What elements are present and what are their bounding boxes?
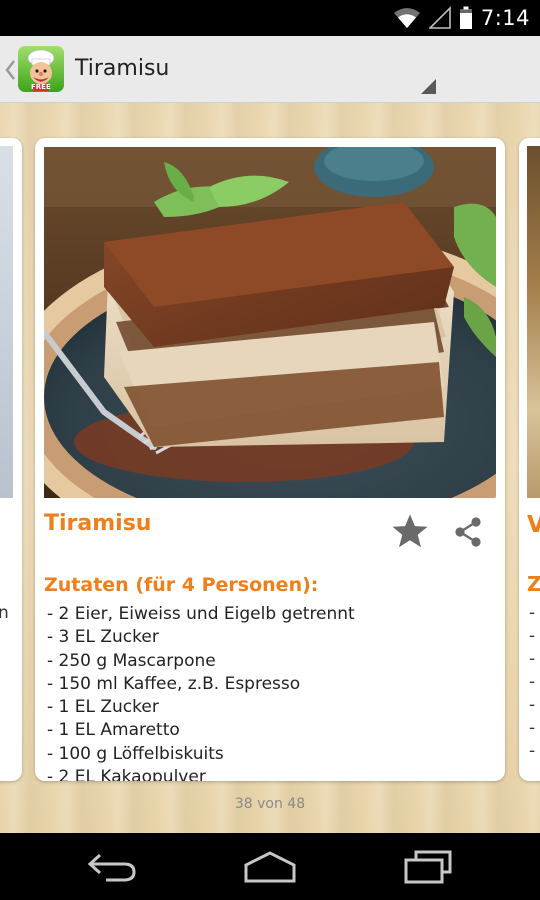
ingredient-item: - 1 EL Amaretto <box>47 720 180 741</box>
page-counter: 38 von 48 <box>234 796 306 812</box>
ingredients-list[interactable]: - 2 Eier, Eiweiss und Eigelb getrennt - … <box>47 603 487 781</box>
next-recipe-dash: - <box>529 718 536 738</box>
next-recipe-dash: - <box>529 695 536 715</box>
overflow-triangle-icon[interactable] <box>421 79 436 94</box>
previous-recipe-text: n <box>0 603 9 623</box>
next-recipe-title: V <box>527 512 540 538</box>
previous-recipe-image <box>0 146 13 498</box>
ingredient-item: - 150 ml Kaffee, z.B. Espresso <box>47 673 301 694</box>
page-title: Tiramisu <box>75 56 170 81</box>
previous-recipe-card[interactable]: n <box>0 138 22 781</box>
action-bar: FREE Tiramisu <box>0 36 540 103</box>
status-icons: 7:14 <box>393 4 530 32</box>
recipe-title: Tiramisu <box>44 511 152 536</box>
next-recipe-heading: Z <box>527 572 540 596</box>
next-recipe-dash: - <box>529 741 536 761</box>
battery-icon <box>459 6 472 29</box>
status-bar: 7:14 <box>0 0 540 36</box>
wifi-icon <box>393 8 420 28</box>
share-icon[interactable] <box>453 516 483 548</box>
ingredients-heading: Zutaten (für 4 Personen): <box>44 574 319 596</box>
recipe-photo <box>44 147 496 498</box>
recent-apps-icon[interactable] <box>402 847 454 885</box>
ingredient-item: - 2 EL Kakaopulver <box>47 767 206 781</box>
app-icon-badge: FREE <box>31 83 51 91</box>
back-icon[interactable] <box>86 847 140 885</box>
next-recipe-dash: - <box>529 672 536 692</box>
up-caret-icon[interactable] <box>4 58 16 82</box>
next-recipe-card[interactable]: V Z - - - - - - - <box>519 138 540 781</box>
next-recipe-dash: - <box>529 626 536 646</box>
navigation-bar <box>0 833 540 900</box>
ingredient-item: - 1 EL Zucker <box>47 697 159 718</box>
next-recipe-image <box>527 146 540 498</box>
next-recipe-dash: - <box>529 649 536 669</box>
recipe-pager[interactable]: n Tiramisu Zutaten (für 4 Personen): - 2… <box>0 103 540 833</box>
home-icon[interactable] <box>242 847 298 885</box>
recipe-card: Tiramisu Zutaten (für 4 Personen): - 2 E… <box>35 138 505 781</box>
signal-icon <box>428 6 451 29</box>
chef-app-icon[interactable]: FREE <box>18 46 64 92</box>
ingredient-item: - 3 EL Zucker <box>47 627 159 648</box>
ingredient-item: - 2 Eier, Eiweiss und Eigelb getrennt <box>47 604 355 624</box>
status-time: 7:14 <box>480 6 530 30</box>
ingredient-item: - 250 g Mascarpone <box>47 650 216 671</box>
tiramisu-image <box>44 147 496 498</box>
ingredient-item: - 100 g Löffelbiskuits <box>47 743 224 764</box>
star-icon[interactable] <box>389 510 431 552</box>
next-recipe-dash: - <box>529 603 536 623</box>
